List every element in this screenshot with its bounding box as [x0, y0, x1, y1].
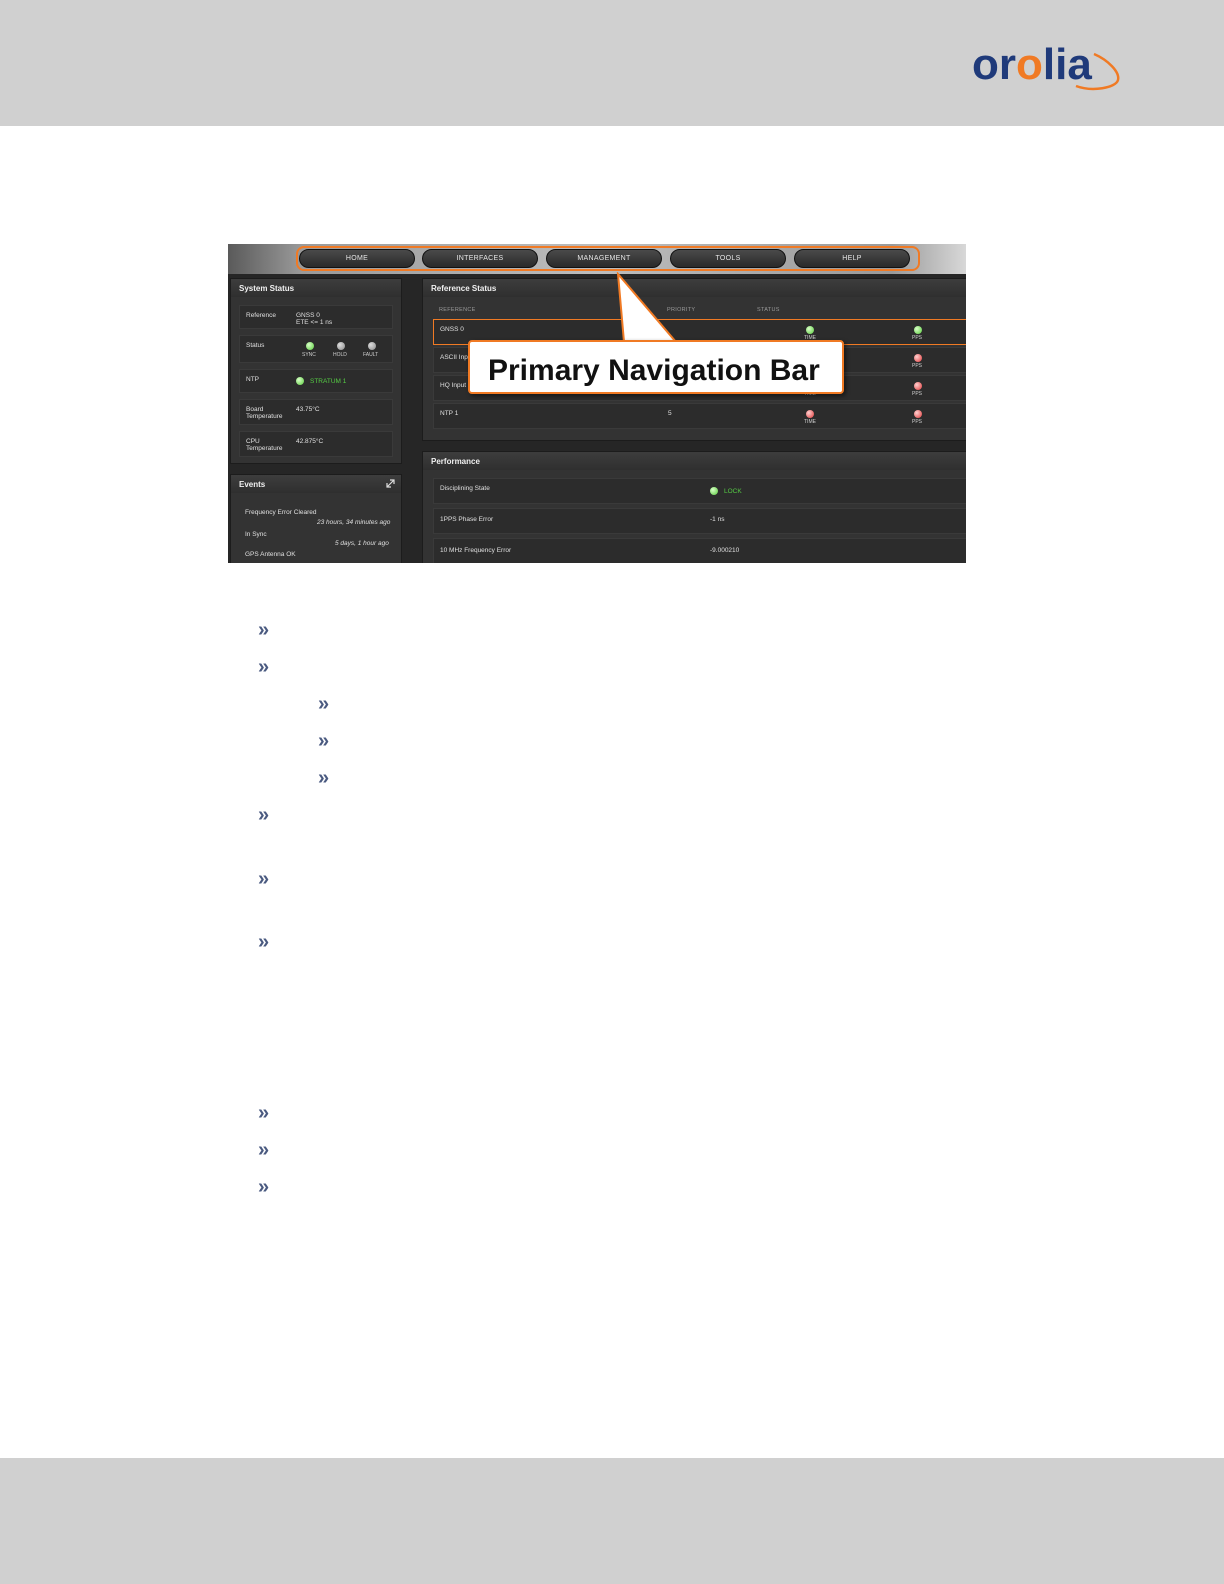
orolia-logo: orolia [972, 38, 1122, 98]
table-row: 10 MHz Frequency Error -9.000210 [433, 538, 966, 563]
time-status-icon [806, 410, 814, 418]
expand-icon[interactable] [386, 479, 395, 488]
document-page: orolia HOME INTERFACES MANAGEMENT TOOLS … [0, 0, 1224, 1584]
event-item: GPS Antenna OK [245, 551, 296, 558]
performance-panel: Performance Disciplining State LOCK 1PPS… [422, 451, 966, 563]
sync-indicator-icon [306, 342, 314, 350]
table-row[interactable]: NTP 1 5 TIME PPS [433, 403, 966, 429]
reference-row: Reference GNSS 0 ETE <= 1 ns [239, 305, 393, 329]
table-row: Disciplining State LOCK [433, 478, 966, 504]
event-item: Frequency Error Cleared [245, 509, 317, 516]
reference-status-title: Reference Status [423, 279, 966, 297]
callout-pointer-icon [616, 272, 679, 343]
callout-box: Primary Navigation Bar [468, 340, 844, 394]
pps-status-icon [914, 354, 922, 362]
bullet-icon: » [258, 656, 270, 678]
web-ui-screenshot: HOME INTERFACES MANAGEMENT TOOLS HELP Sy… [228, 244, 966, 563]
bullet-icon: » [258, 804, 270, 826]
bullet-icon: » [258, 931, 270, 953]
primary-navigation-bar: HOME INTERFACES MANAGEMENT TOOLS HELP [228, 244, 966, 274]
cpu-temperature-row: CPU Temperature 42.875°C [239, 431, 393, 457]
col-reference: REFERENCE [439, 307, 476, 313]
status-row: Status SYNC HOLD FAULT [239, 335, 393, 363]
events-panel: Events Frequency Error Cleared 23 hours,… [230, 474, 402, 563]
events-title: Events [231, 475, 401, 493]
bullet-icon: » [258, 619, 270, 641]
nav-highlight-outline [296, 246, 920, 271]
bullet-icon: » [258, 1176, 270, 1198]
hold-indicator-icon [337, 342, 345, 350]
col-status: STATUS [757, 307, 780, 313]
system-status-panel: System Status Reference GNSS 0 ETE <= 1 … [230, 278, 402, 464]
event-item: In Sync [245, 531, 267, 538]
bullet-icon: » [318, 693, 330, 715]
bullet-icon: » [258, 868, 270, 890]
system-status-title: System Status [231, 279, 401, 297]
ntp-row: NTP STRATUM 1 [239, 369, 393, 393]
bullet-icon: » [318, 730, 330, 752]
callout-label: Primary Navigation Bar [488, 354, 820, 387]
bullet-icon: » [258, 1102, 270, 1124]
ntp-status-icon [296, 377, 304, 385]
logo-swoosh-icon [1075, 52, 1120, 91]
pps-status-icon [914, 382, 922, 390]
pps-status-icon [914, 410, 922, 418]
performance-title: Performance [423, 452, 966, 470]
board-temperature-row: Board Temperature 43.75°C [239, 399, 393, 425]
bullet-icon: » [258, 1139, 270, 1161]
bullet-icon: » [318, 767, 330, 789]
fault-indicator-icon [368, 342, 376, 350]
page-footer [0, 1458, 1224, 1584]
lock-status-icon [710, 487, 718, 495]
table-row: 1PPS Phase Error -1 ns [433, 508, 966, 534]
